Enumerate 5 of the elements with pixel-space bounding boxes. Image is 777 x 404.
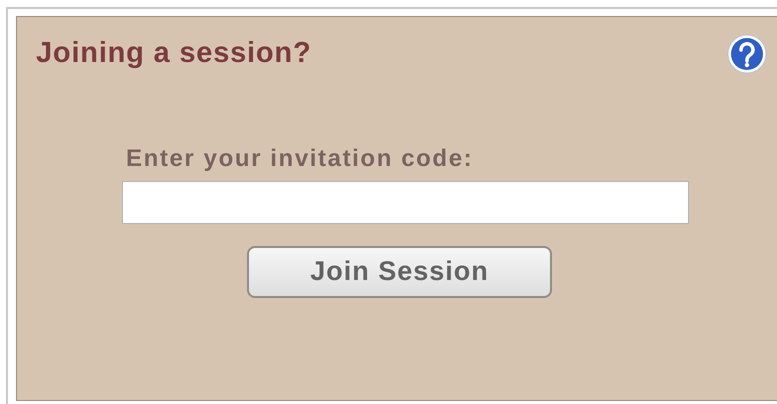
panel-title: Joining a session?: [36, 36, 312, 71]
field-label: Enter your invitation code:: [126, 144, 474, 174]
help-icon[interactable]: [727, 34, 767, 74]
join-session-button[interactable]: Join Session: [247, 246, 552, 298]
invitation-code-field[interactable]: [122, 180, 689, 224]
